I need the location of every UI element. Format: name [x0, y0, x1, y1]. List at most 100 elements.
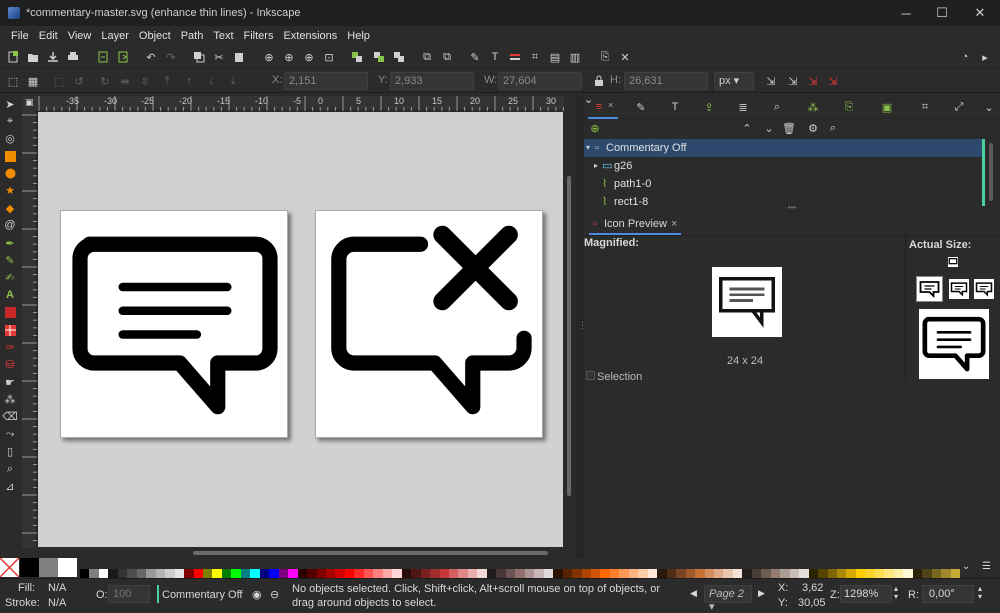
scale-stroke-icon[interactable]: ⇲: [764, 74, 778, 88]
palette-swatch[interactable]: [496, 569, 507, 578]
palette-swatch[interactable]: [543, 569, 554, 578]
palette-swatch[interactable]: [203, 569, 213, 578]
palette-swatch[interactable]: [619, 569, 630, 578]
calligraphy-tool-icon[interactable]: ✍: [3, 270, 17, 284]
cut-icon[interactable]: ✂: [212, 50, 226, 64]
add-layer-icon[interactable]: ⊕: [588, 121, 602, 135]
select-all-layers-icon[interactable]: ▦: [26, 74, 40, 88]
raise-top-icon[interactable]: ⤒: [160, 74, 174, 88]
dropper-tool-icon[interactable]: ✑: [3, 340, 17, 354]
spray-tool-icon[interactable]: ⁂: [3, 392, 17, 406]
unlink-clone-icon[interactable]: [392, 50, 406, 64]
palette-swatch[interactable]: [676, 569, 687, 578]
palette-swatch[interactable]: [212, 569, 223, 578]
tab-text-icon[interactable]: T: [668, 100, 682, 114]
tree-row-path1-0[interactable]: ⌇ path1-0: [584, 175, 984, 193]
zoom-page-icon[interactable]: ⊕: [302, 50, 316, 64]
align-distribute-icon[interactable]: ▤: [548, 50, 562, 64]
scale-corners-icon[interactable]: ⇲: [786, 74, 800, 88]
lower-bottom-icon[interactable]: ⤓: [226, 74, 240, 88]
menu-layer[interactable]: Layer: [96, 30, 134, 42]
move-up-icon[interactable]: ⌃: [740, 121, 754, 135]
palette-swatch[interactable]: [903, 569, 914, 578]
palette-swatch[interactable]: [80, 569, 90, 578]
zoom-field[interactable]: 1298%: [840, 585, 892, 603]
mesh-tool-icon[interactable]: [3, 323, 17, 337]
palette-swatch[interactable]: [742, 569, 753, 578]
palette-swatch[interactable]: [392, 569, 403, 578]
layer-visibility-icon[interactable]: ◉: [252, 588, 262, 601]
palette-swatch[interactable]: [297, 569, 308, 578]
palette-swatch[interactable]: [572, 569, 582, 578]
gradient-tool-icon[interactable]: [3, 305, 17, 319]
palette-swatch[interactable]: [874, 569, 885, 578]
palette-swatch[interactable]: [467, 569, 478, 578]
paste-icon[interactable]: [232, 50, 246, 64]
palette-swatch[interactable]: [732, 569, 743, 578]
selection-checkbox[interactable]: [586, 371, 595, 380]
x-field[interactable]: 2,151: [284, 72, 368, 90]
tab-export-icon[interactable]: ⇪: [702, 100, 716, 114]
flip-vertical-icon[interactable]: ⇳: [138, 74, 152, 88]
star-tool-icon[interactable]: ★: [3, 183, 17, 197]
palette-swatch[interactable]: [846, 569, 857, 578]
delete-icon[interactable]: 🗑: [782, 121, 796, 135]
palette-swatch[interactable]: [865, 569, 876, 578]
palette-swatch[interactable]: [836, 569, 847, 578]
zoom-width-icon[interactable]: ⊡: [322, 50, 336, 64]
palette-swatch[interactable]: [354, 569, 365, 578]
palette-swatch[interactable]: [695, 569, 705, 578]
dock-splitter[interactable]: ⋮: [576, 96, 587, 558]
redo-icon[interactable]: ↷: [164, 50, 178, 64]
unit-select[interactable]: px ▾: [714, 72, 754, 90]
flip-horizontal-icon[interactable]: ⇹: [118, 74, 132, 88]
palette-swatch[interactable]: [562, 569, 573, 578]
menu-object[interactable]: Object: [134, 30, 176, 42]
tab-xml-icon[interactable]: ⌗: [918, 100, 932, 114]
tab-symbols-icon[interactable]: ⁂: [806, 100, 820, 114]
actual-large-preview[interactable]: [919, 309, 989, 379]
print-icon[interactable]: [66, 50, 80, 64]
palette-swatch[interactable]: [420, 569, 431, 578]
menu-edit[interactable]: Edit: [34, 30, 63, 42]
next-page-icon[interactable]: ▶: [758, 588, 765, 599]
palette-swatch[interactable]: [108, 569, 119, 578]
current-layer[interactable]: Commentary Off: [162, 589, 243, 601]
snap-options-icon[interactable]: ▸: [978, 50, 992, 64]
palette-swatch[interactable]: [89, 569, 100, 578]
palette-swatch[interactable]: [515, 569, 526, 578]
palette-swatch[interactable]: [382, 569, 393, 578]
palette-swatch[interactable]: [780, 569, 791, 578]
transform-gradients-icon[interactable]: ⇲: [806, 74, 820, 88]
duplicate-icon[interactable]: [350, 50, 364, 64]
palette-swatch[interactable]: [458, 569, 469, 578]
palette-menu-icon[interactable]: ☰: [982, 561, 991, 572]
palette-swatch[interactable]: [155, 569, 166, 578]
lock-guides-icon[interactable]: ▣: [25, 97, 34, 108]
palette-swatch[interactable]: [893, 569, 904, 578]
ungroup-icon[interactable]: ⧉: [440, 50, 454, 64]
w-field[interactable]: 27,604: [498, 72, 582, 90]
palette-swatch[interactable]: [127, 569, 138, 578]
import-icon[interactable]: [96, 50, 110, 64]
stroke-value[interactable]: N/A: [48, 597, 66, 609]
copy-icon[interactable]: [192, 50, 206, 64]
palette-swatch[interactable]: [146, 569, 157, 578]
palette-swatch[interactable]: [638, 569, 649, 578]
palette-swatch[interactable]: [808, 569, 819, 578]
palette-swatch[interactable]: [534, 569, 545, 578]
tab-objects[interactable]: ≡ ×: [588, 95, 618, 119]
palette-scroll-icon[interactable]: ⌄: [962, 561, 970, 572]
dock-menu-icon[interactable]: ⌄: [982, 100, 996, 114]
actual-24-preview[interactable]: [916, 276, 943, 302]
node-tool-icon[interactable]: ⌖: [3, 114, 17, 128]
new-document-icon[interactable]: [6, 50, 20, 64]
palette-swatch[interactable]: [288, 569, 299, 578]
palette-swatch[interactable]: [439, 569, 450, 578]
fill-stroke-icon[interactable]: ✎: [468, 50, 482, 64]
deselect-icon[interactable]: ⬚: [52, 74, 66, 88]
pencil-tool-icon[interactable]: ✎: [3, 253, 17, 267]
page-select[interactable]: Page 2 ▾: [704, 585, 752, 613]
palette-swatch[interactable]: [231, 569, 242, 578]
swatch-gray[interactable]: [39, 558, 58, 577]
